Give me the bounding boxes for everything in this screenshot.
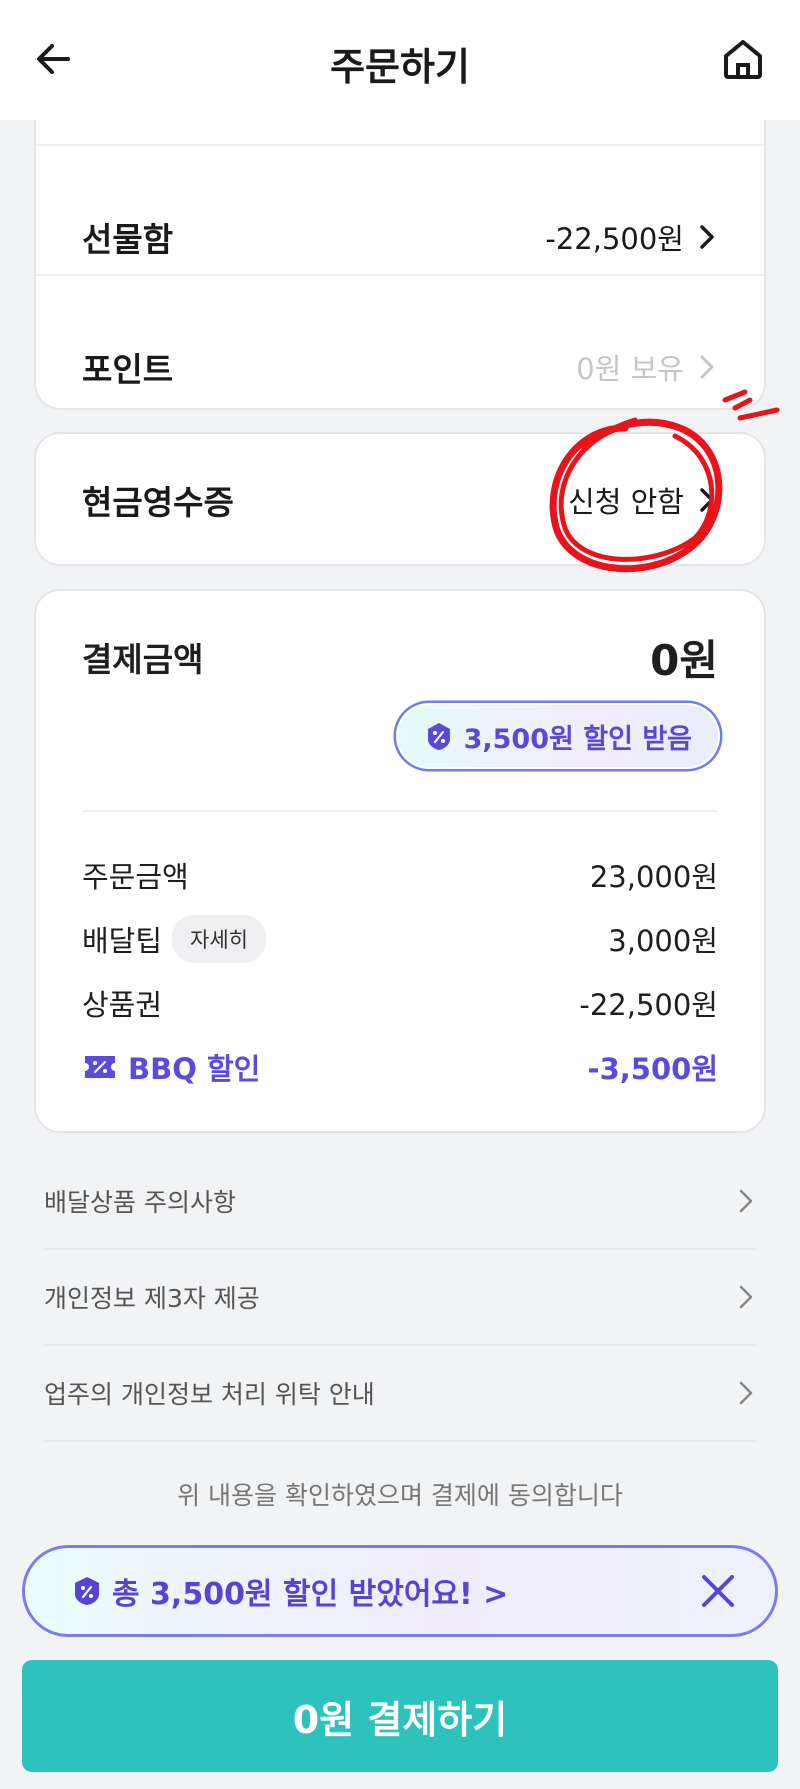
gift-box-label: 선물함 <box>82 220 174 259</box>
top-bar: 주문하기 <box>0 0 800 120</box>
discount-banner-text: 총 3,500원 할인 받았어요! > <box>112 1577 509 1612</box>
bbq-discount-line: BBQ 할인 -3,500원 <box>82 1045 718 1089</box>
payment-amount-value: 0원 <box>650 636 718 685</box>
discount-banner[interactable]: 총 3,500원 할인 받았어요! > <box>22 1545 778 1637</box>
bbq-discount-value: -3,500원 <box>587 1052 718 1086</box>
discount-pill-text: 3,500원 할인 받음 <box>463 723 692 755</box>
cash-receipt-status: 신청 안함 <box>568 485 684 519</box>
divider <box>82 810 718 812</box>
points-row[interactable]: 포인트 0원 보유 <box>82 337 718 397</box>
chevron-right-icon <box>700 488 714 512</box>
coupon-icon <box>85 1056 115 1078</box>
points-value: 0원 보유 <box>576 346 718 388</box>
cash-receipt-value: 신청 안함 <box>568 479 718 521</box>
gift-card-value: -22,500원 <box>579 988 718 1022</box>
divider <box>36 144 764 146</box>
chevron-right-icon <box>739 1381 753 1405</box>
notice-label: 배달상품 주의사항 <box>44 1188 236 1217</box>
notice-label: 개인정보 제3자 제공 <box>44 1284 260 1313</box>
chevron-right-icon <box>739 1285 753 1309</box>
notice-delivery-caution[interactable]: 배달상품 주의사항 <box>44 1154 756 1250</box>
delivery-tip-label: 배달팁 <box>82 924 163 958</box>
delivery-tip-value: 3,000원 <box>608 924 718 958</box>
chevron-right-icon <box>700 355 714 379</box>
points-amount: 0원 보유 <box>576 352 684 386</box>
points-label: 포인트 <box>82 350 174 389</box>
order-amount-value: 23,000원 <box>589 860 718 894</box>
close-icon[interactable] <box>698 1571 738 1611</box>
cash-receipt-row[interactable]: 현금영수증 신청 안함 <box>82 470 718 530</box>
gift-box-row[interactable]: 선물함 -22,500원 <box>82 207 718 267</box>
delivery-tip-line: 배달팁 자세히 3,000원 <box>82 915 718 963</box>
notice-third-party-info[interactable]: 개인정보 제3자 제공 <box>44 1250 756 1346</box>
order-amount-label: 주문금액 <box>82 860 189 894</box>
discount-badge-icon <box>75 1577 99 1605</box>
discount-received-pill[interactable]: 3,500원 할인 받음 <box>396 703 720 769</box>
divider <box>36 274 764 276</box>
gift-box-amount: -22,500원 <box>545 222 684 256</box>
agreement-text: 위 내용을 확인하였으며 결제에 동의합니다 <box>177 1481 623 1510</box>
payment-summary-card: 결제금액 0원 3,500원 할인 받음 주문금액 23,000원 배달팁 자세… <box>34 589 766 1133</box>
notice-owner-privacy[interactable]: 업주의 개인정보 처리 위탁 안내 <box>44 1346 756 1442</box>
details-chip[interactable]: 자세히 <box>172 915 267 963</box>
pay-button[interactable]: 0원 결제하기 <box>22 1660 778 1772</box>
cash-receipt-label: 현금영수증 <box>82 483 234 522</box>
chevron-right-icon <box>739 1189 753 1213</box>
chevron-right-icon <box>700 225 714 249</box>
cash-receipt-card: 현금영수증 신청 안함 <box>34 432 766 566</box>
home-icon[interactable] <box>718 34 768 84</box>
order-amount-line: 주문금액 23,000원 <box>82 853 718 897</box>
discount-badge-icon <box>427 723 450 750</box>
gift-box-value: -22,500원 <box>545 216 718 258</box>
notice-label: 업주의 개인정보 처리 위탁 안내 <box>44 1380 375 1409</box>
gift-card-line: 상품권 -22,500원 <box>82 981 718 1025</box>
bbq-discount-label: BBQ 할인 <box>128 1052 261 1086</box>
gift-card-label: 상품권 <box>82 988 163 1022</box>
payment-amount-title: 결제금액 <box>82 640 204 679</box>
page-title: 주문하기 <box>330 45 470 89</box>
